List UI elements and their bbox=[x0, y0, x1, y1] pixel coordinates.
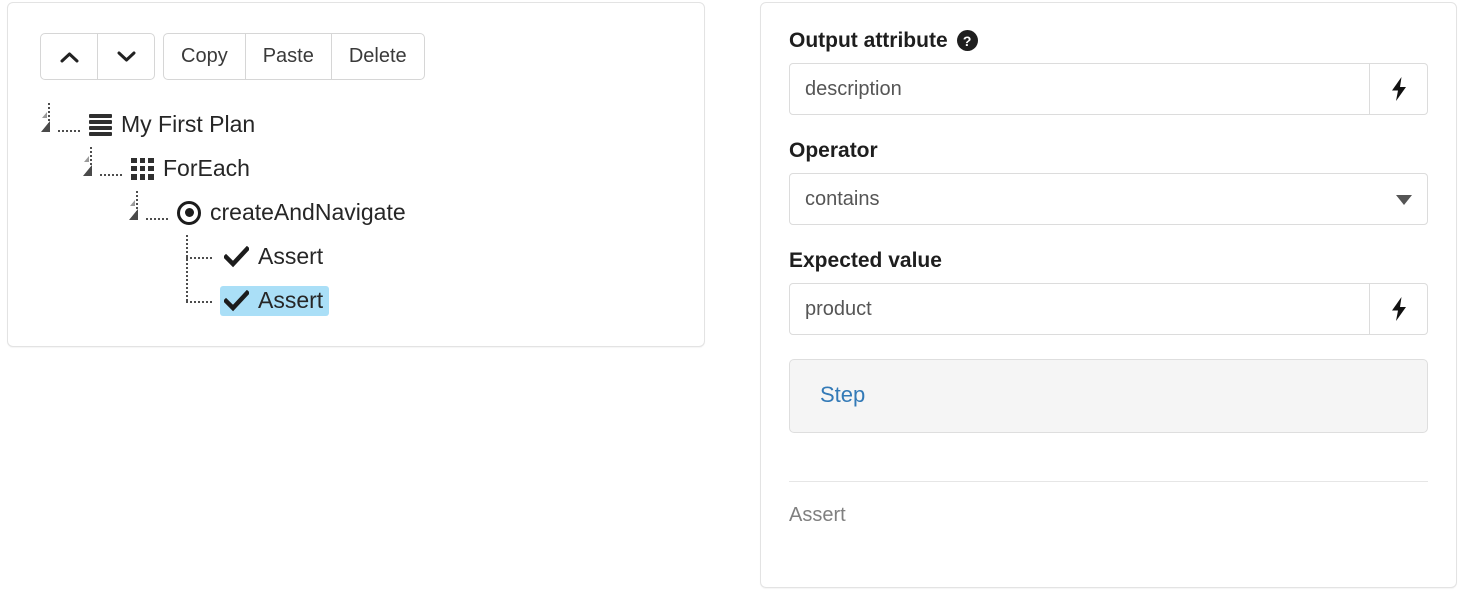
tree-node-body[interactable]: createAndNavigate bbox=[173, 198, 412, 229]
operator-select[interactable]: contains bbox=[789, 173, 1428, 226]
step-accordion-header[interactable]: Step bbox=[790, 360, 1427, 432]
tree-toolbar: Copy Paste Delete bbox=[40, 33, 425, 80]
check-icon bbox=[224, 245, 249, 268]
bullseye-icon bbox=[177, 200, 201, 225]
expected-value-expression-button[interactable] bbox=[1370, 283, 1428, 336]
lightning-bolt-icon bbox=[1389, 296, 1409, 322]
tree-node-body[interactable]: Assert bbox=[220, 242, 329, 272]
expected-value-input-group bbox=[789, 283, 1428, 336]
step-accordion-link[interactable]: Step bbox=[820, 382, 865, 407]
operator-label: Operator bbox=[789, 139, 878, 163]
grid-icon bbox=[131, 157, 154, 180]
chevron-up-icon bbox=[60, 51, 79, 63]
tree-node[interactable]: Assert bbox=[38, 279, 412, 323]
tree-connector bbox=[182, 235, 220, 279]
expander-toggle-icon[interactable] bbox=[80, 147, 127, 191]
tree-node-label: Assert bbox=[258, 287, 324, 313]
move-up-button[interactable] bbox=[40, 33, 98, 80]
plan-tree: My First Plan ForEach createAndNavigate … bbox=[38, 103, 412, 323]
section-divider bbox=[789, 481, 1428, 483]
copy-button[interactable]: Copy bbox=[163, 33, 246, 80]
chevron-down-icon bbox=[117, 51, 136, 63]
tree-node-label: My First Plan bbox=[121, 111, 256, 137]
edit-button-group: Copy Paste Delete bbox=[163, 33, 425, 80]
output-attribute-input[interactable] bbox=[789, 63, 1370, 116]
expected-value-label: Expected value bbox=[789, 249, 942, 273]
move-button-group bbox=[40, 33, 155, 80]
help-icon[interactable]: ? bbox=[956, 30, 978, 52]
step-details-panel: Output attribute ? Operator co bbox=[760, 2, 1457, 588]
move-down-button[interactable] bbox=[97, 33, 155, 80]
step-details-form: Output attribute ? Operator co bbox=[789, 29, 1428, 527]
step-type-footnote: Assert bbox=[789, 504, 846, 527]
tree-node[interactable]: createAndNavigate bbox=[38, 191, 412, 235]
plan-tree-panel: Copy Paste Delete My First Plan ForEach … bbox=[7, 2, 705, 347]
paste-button[interactable]: Paste bbox=[244, 33, 332, 80]
tree-node[interactable]: ForEach bbox=[38, 147, 412, 191]
operator-label-row: Operator bbox=[789, 139, 1428, 162]
app-root: Copy Paste Delete My First Plan ForEach … bbox=[0, 0, 1460, 599]
tree-node-label: ForEach bbox=[163, 155, 250, 181]
output-attribute-label: Output attribute bbox=[789, 29, 948, 52]
tree-node-body[interactable]: ForEach bbox=[127, 154, 256, 184]
tree-node-body-selected[interactable]: Assert bbox=[220, 286, 330, 316]
delete-button[interactable]: Delete bbox=[330, 33, 425, 80]
tree-node[interactable]: Assert bbox=[38, 235, 412, 279]
output-attribute-expression-button[interactable] bbox=[1370, 63, 1428, 116]
tree-node[interactable]: My First Plan bbox=[38, 103, 412, 147]
output-attribute-input-group bbox=[789, 63, 1428, 116]
expander-toggle-icon[interactable] bbox=[38, 103, 85, 147]
expected-value-label-row: Expected value bbox=[789, 249, 1428, 272]
tree-node-label: Assert bbox=[258, 243, 324, 269]
tree-node-label: createAndNavigate bbox=[210, 199, 406, 225]
tree-node-body[interactable]: My First Plan bbox=[85, 110, 261, 140]
hamburger-icon bbox=[89, 113, 112, 136]
output-attribute-label-row: Output attribute ? bbox=[789, 29, 1428, 52]
lightning-bolt-icon bbox=[1389, 76, 1409, 102]
expander-toggle-icon[interactable] bbox=[126, 191, 173, 235]
operator-select-wrap: contains bbox=[789, 173, 1428, 226]
step-accordion-panel: Step bbox=[789, 359, 1428, 434]
check-icon bbox=[224, 289, 249, 312]
expected-value-input[interactable] bbox=[789, 283, 1370, 336]
tree-connector bbox=[182, 279, 220, 323]
